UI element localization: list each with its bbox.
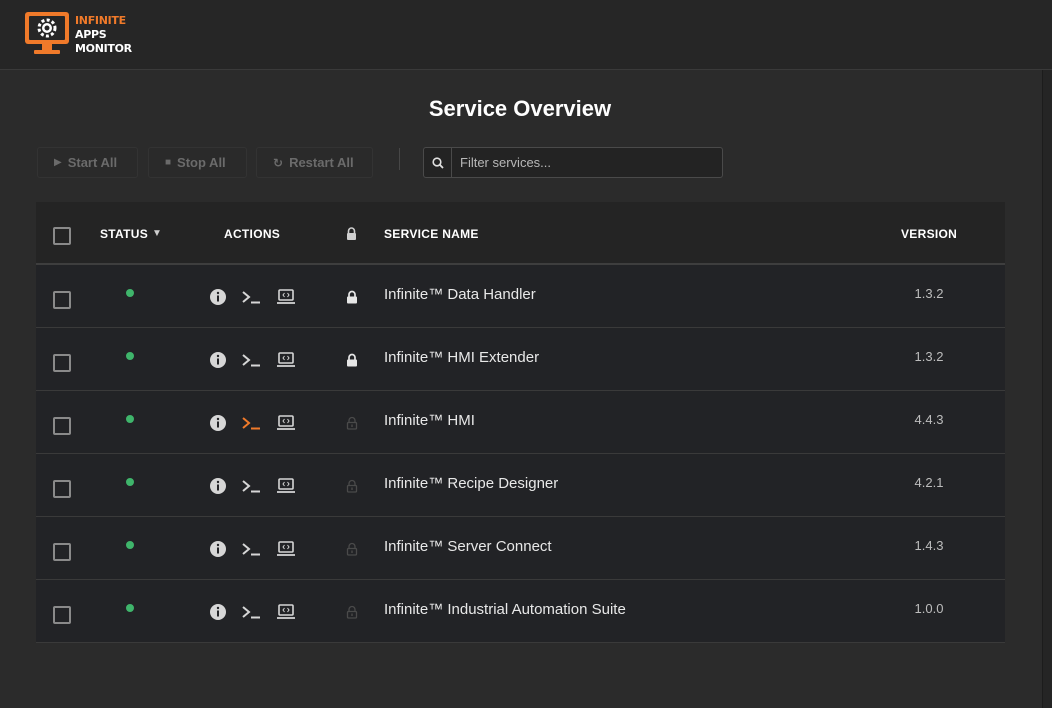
terminal-icon[interactable] bbox=[241, 414, 260, 432]
info-icon[interactable] bbox=[209, 414, 227, 432]
service-name: Infinite™ Recipe Designer bbox=[384, 475, 559, 492]
status-dot-icon bbox=[126, 477, 134, 486]
service-version: 1.3.2 bbox=[914, 286, 944, 301]
service-version: 4.4.3 bbox=[914, 412, 944, 427]
table-row[interactable]: Infinite™ Data Handler 1.3.2 bbox=[36, 265, 1005, 328]
lock-icon[interactable] bbox=[346, 580, 358, 643]
status-indicator bbox=[126, 261, 136, 324]
logo-line-1: INFINITE bbox=[75, 14, 126, 27]
play-icon: ▶ bbox=[54, 157, 62, 168]
table-body: Infinite™ Data Handler 1.3.2 Infinite™ HMI… bbox=[36, 265, 1005, 643]
toolbar-divider bbox=[399, 148, 400, 170]
search-input[interactable] bbox=[452, 148, 722, 177]
row-checkbox[interactable] bbox=[53, 480, 71, 498]
start-all-button[interactable]: ▶ Start All bbox=[37, 147, 138, 178]
scrollbar[interactable] bbox=[1042, 70, 1052, 708]
page-title: Service Overview bbox=[428, 96, 612, 121]
column-header-status[interactable]: STATUS ▼ bbox=[100, 202, 162, 265]
service-version: 1.0.0 bbox=[914, 601, 944, 616]
row-checkbox[interactable] bbox=[53, 417, 71, 435]
row-checkbox[interactable] bbox=[53, 291, 71, 309]
terminal-icon[interactable] bbox=[241, 540, 260, 558]
search-icon bbox=[424, 148, 452, 177]
status-indicator bbox=[126, 576, 136, 639]
web-ui-icon[interactable] bbox=[276, 414, 295, 432]
web-ui-icon[interactable] bbox=[276, 603, 295, 621]
web-ui-icon[interactable] bbox=[276, 477, 295, 495]
service-name: Infinite™ Data Handler bbox=[384, 286, 536, 303]
status-dot-icon bbox=[126, 603, 134, 612]
search-box[interactable] bbox=[423, 147, 723, 178]
top-bar: INFINITE APPS MONITOR bbox=[0, 0, 1052, 70]
status-indicator bbox=[126, 324, 136, 387]
info-icon[interactable] bbox=[209, 351, 227, 369]
lock-icon[interactable] bbox=[346, 454, 358, 517]
sort-desc-icon: ▼ bbox=[152, 228, 163, 239]
lock-icon bbox=[347, 227, 356, 240]
status-dot-icon bbox=[126, 414, 134, 423]
app-logo-text: INFINITE APPS MONITOR bbox=[75, 14, 132, 56]
web-ui-icon[interactable] bbox=[276, 351, 295, 369]
status-header-label: STATUS bbox=[100, 226, 149, 241]
select-all-checkbox[interactable] bbox=[53, 227, 71, 245]
status-indicator bbox=[126, 450, 136, 513]
terminal-icon[interactable] bbox=[241, 351, 260, 369]
column-header-version[interactable]: VERSION bbox=[901, 202, 957, 265]
logo-line-2: APPS bbox=[75, 28, 107, 41]
app-logo[interactable]: INFINITE APPS MONITOR bbox=[24, 11, 132, 57]
start-all-label: Start All bbox=[67, 155, 118, 170]
info-icon[interactable] bbox=[209, 603, 227, 621]
table-header: STATUS ▼ ACTIONS SERVICE NAME VERSION bbox=[36, 202, 1005, 265]
services-table: STATUS ▼ ACTIONS SERVICE NAME VERSION In… bbox=[36, 202, 1005, 643]
logo-line-3: MONITOR bbox=[75, 42, 132, 55]
table-row[interactable]: Infinite™ HMI 4.4.3 bbox=[36, 391, 1005, 454]
monitor-gear-icon bbox=[25, 12, 69, 54]
service-name: Infinite™ Industrial Automation Suite bbox=[384, 601, 626, 618]
status-indicator bbox=[126, 387, 136, 450]
restart-icon: ↻ bbox=[273, 155, 284, 170]
row-checkbox[interactable] bbox=[53, 543, 71, 561]
terminal-icon[interactable] bbox=[241, 288, 260, 306]
table-row[interactable]: Infinite™ Industrial Automation Suite 1.0… bbox=[36, 580, 1005, 643]
version-header-label: VERSION bbox=[901, 226, 958, 241]
lock-icon[interactable] bbox=[346, 391, 358, 454]
lock-icon[interactable] bbox=[346, 265, 358, 328]
service-version: 4.2.1 bbox=[914, 475, 944, 490]
table-row[interactable]: Infinite™ Server Connect 1.4.3 bbox=[36, 517, 1005, 580]
service-name: Infinite™ HMI Extender bbox=[384, 349, 540, 366]
service-name: Infinite™ Server Connect bbox=[384, 538, 552, 555]
web-ui-icon[interactable] bbox=[276, 540, 295, 558]
info-icon[interactable] bbox=[209, 477, 227, 495]
info-icon[interactable] bbox=[209, 288, 227, 306]
stop-all-label: Stop All bbox=[177, 155, 226, 170]
terminal-icon[interactable] bbox=[241, 603, 260, 621]
service-version: 1.3.2 bbox=[914, 349, 944, 364]
status-dot-icon bbox=[126, 288, 134, 297]
restart-all-button[interactable]: ↻ Restart All bbox=[256, 147, 373, 178]
actions-header-label: ACTIONS bbox=[224, 226, 281, 241]
row-checkbox[interactable] bbox=[53, 354, 71, 372]
stop-icon: ■ bbox=[165, 157, 172, 168]
stop-all-button[interactable]: ■ Stop All bbox=[148, 147, 247, 178]
table-row[interactable]: Infinite™ HMI Extender 1.3.2 bbox=[36, 328, 1005, 391]
column-header-actions: ACTIONS bbox=[224, 202, 280, 265]
column-header-service-name[interactable]: SERVICE NAME bbox=[384, 202, 479, 265]
status-dot-icon bbox=[126, 351, 134, 360]
status-indicator bbox=[126, 513, 136, 576]
row-checkbox[interactable] bbox=[53, 606, 71, 624]
table-row[interactable]: Infinite™ Recipe Designer 4.2.1 bbox=[36, 454, 1005, 517]
restart-all-label: Restart All bbox=[289, 155, 354, 170]
lock-icon[interactable] bbox=[346, 517, 358, 580]
status-dot-icon bbox=[126, 540, 134, 549]
service-name: Infinite™ HMI bbox=[384, 412, 475, 429]
info-icon[interactable] bbox=[209, 540, 227, 558]
service-version: 1.4.3 bbox=[914, 538, 944, 553]
lock-icon[interactable] bbox=[346, 328, 358, 391]
terminal-icon[interactable] bbox=[241, 477, 260, 495]
web-ui-icon[interactable] bbox=[276, 288, 295, 306]
column-header-lock bbox=[346, 202, 357, 265]
service-name-header-label: SERVICE NAME bbox=[384, 226, 479, 241]
